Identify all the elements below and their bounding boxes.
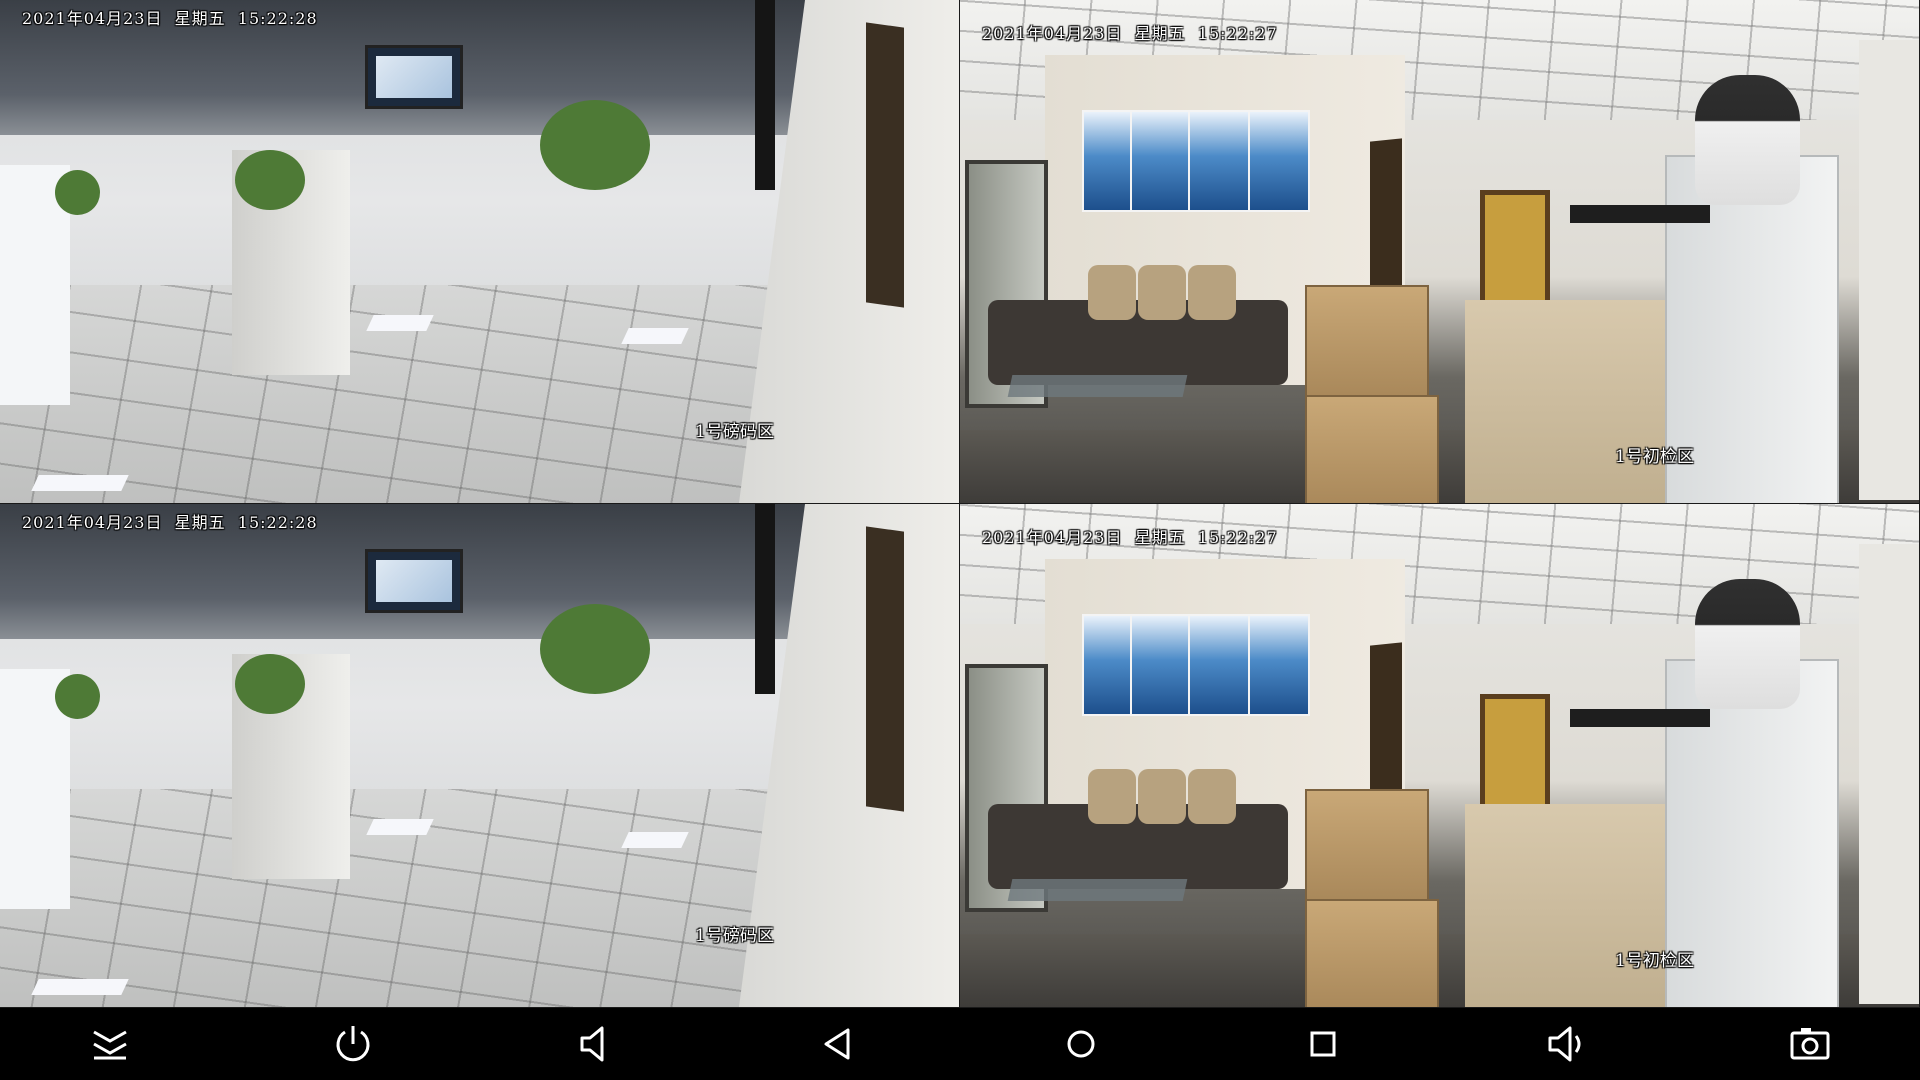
screenshot-button[interactable] bbox=[1787, 1022, 1833, 1066]
collapse-chevron-icon bbox=[93, 1030, 127, 1060]
inspection-area-video bbox=[960, 0, 1919, 503]
volume-up-icon bbox=[1548, 1026, 1581, 1062]
camera-feed-3[interactable]: 2021年04月23日 星期五 15:22:28 1号磅码区 bbox=[0, 504, 960, 1008]
camera-feed-4[interactable]: 2021年04月23日 星期五 15:22:27 1号初检区 bbox=[960, 504, 1920, 1008]
volume-down-icon bbox=[580, 1026, 604, 1062]
zone-label: 1号初检区 bbox=[1615, 447, 1694, 467]
power-icon bbox=[336, 1026, 370, 1062]
volume-down-button[interactable] bbox=[573, 1022, 619, 1066]
back-triangle-icon bbox=[824, 1028, 850, 1060]
timestamp-overlay: 2021年04月23日 星期五 15:22:28 bbox=[22, 9, 318, 28]
home-button[interactable] bbox=[1058, 1022, 1104, 1066]
zone-label: 1号磅码区 bbox=[695, 422, 774, 442]
weighing-area-video bbox=[0, 504, 959, 1007]
power-button[interactable] bbox=[330, 1022, 376, 1066]
camera-feed-1[interactable]: 2021年04月23日 星期五 15:22:28 1号磅码区 bbox=[0, 0, 960, 504]
inspection-area-video bbox=[960, 504, 1919, 1007]
zone-label: 1号初检区 bbox=[1615, 951, 1694, 971]
recents-button[interactable] bbox=[1300, 1022, 1346, 1066]
volume-up-button[interactable] bbox=[1545, 1022, 1591, 1066]
timestamp-overlay: 2021年04月23日 星期五 15:22:27 bbox=[982, 24, 1278, 43]
home-circle-icon bbox=[1067, 1030, 1095, 1058]
navigation-bar bbox=[0, 1008, 1920, 1080]
zone-label: 1号磅码区 bbox=[695, 926, 774, 946]
weighing-area-video bbox=[0, 0, 959, 503]
back-button[interactable] bbox=[815, 1022, 861, 1066]
timestamp-overlay: 2021年04月23日 星期五 15:22:28 bbox=[22, 513, 318, 532]
screenshot-camera-icon bbox=[1790, 1028, 1830, 1060]
collapse-button[interactable] bbox=[87, 1022, 133, 1066]
recents-square-icon bbox=[1310, 1031, 1336, 1057]
timestamp-overlay: 2021年04月23日 星期五 15:22:27 bbox=[982, 528, 1278, 547]
camera-grid: 2021年04月23日 星期五 15:22:28 1号磅码区 2021年04月2… bbox=[0, 0, 1920, 1008]
camera-feed-2[interactable]: 2021年04月23日 星期五 15:22:27 1号初检区 bbox=[960, 0, 1920, 504]
